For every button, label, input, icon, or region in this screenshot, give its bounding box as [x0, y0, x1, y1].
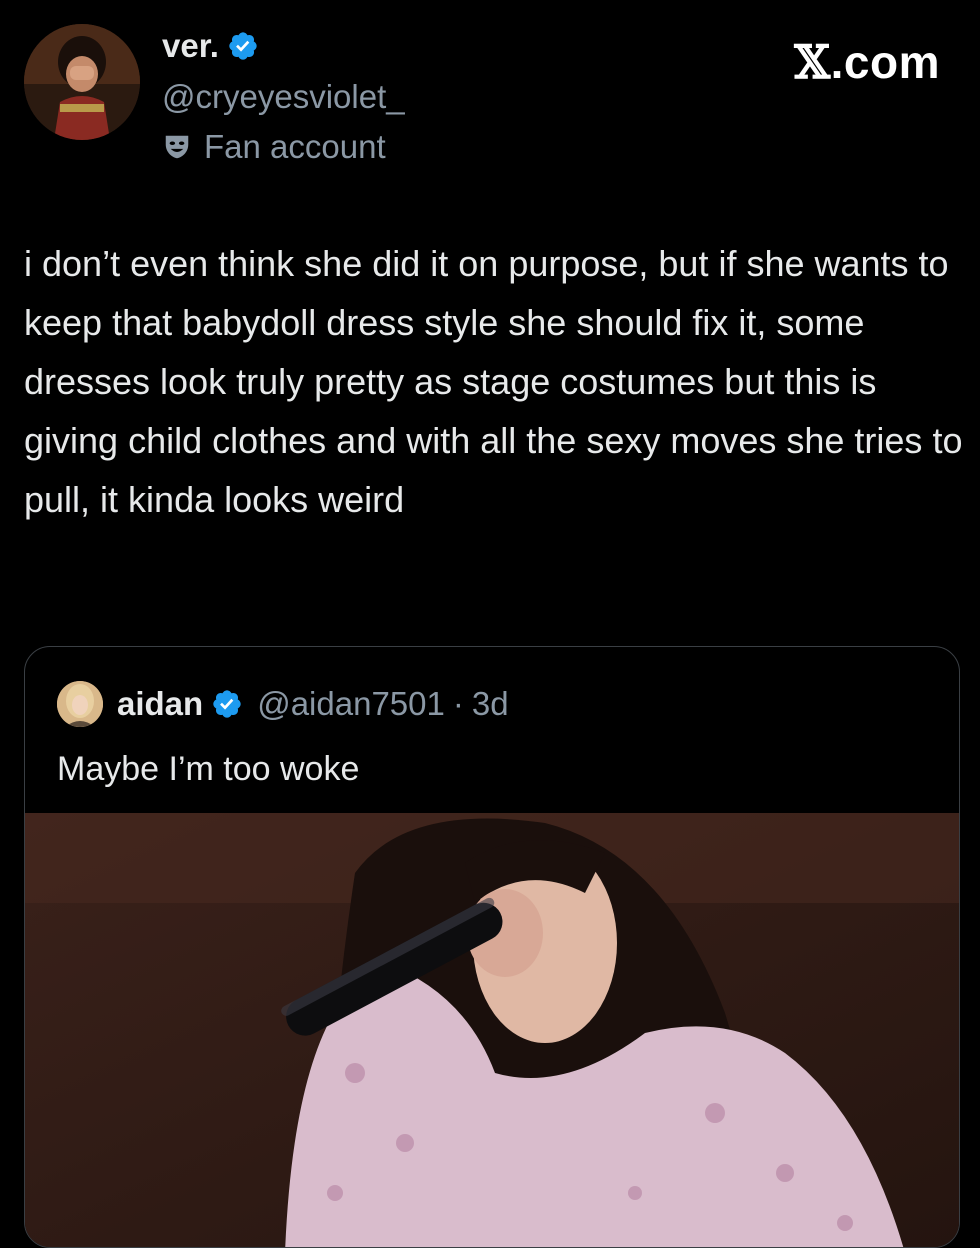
author-name-row: ver. [162, 26, 259, 66]
affiliation-badge: Fan account [162, 126, 386, 168]
quoted-tweet-timestamp[interactable]: 3d [472, 683, 509, 725]
verified-badge-icon [229, 32, 257, 60]
quoted-tweet-text: Maybe I’m too woke [57, 750, 360, 788]
quoted-tweet-card[interactable]: aidan @aidan7501 · 3d Maybe I’m too woke [24, 646, 960, 1248]
quoted-avatar-photo-icon [57, 681, 103, 727]
tweet-body-text: i don’t even think she did it on purpose… [24, 243, 963, 520]
author-avatar[interactable] [24, 24, 140, 140]
quoted-author-name[interactable]: aidan [117, 683, 203, 725]
author-handle[interactable]: @cryeyesviolet_ [162, 76, 405, 118]
verified-badge-icon [213, 690, 241, 718]
quoted-tweet-media[interactable] [25, 813, 959, 1247]
theater-mask-icon [165, 135, 189, 159]
x-logo-icon: 𝕏 [794, 35, 831, 89]
affiliation-label: Fan account [204, 128, 386, 165]
quoted-author-avatar[interactable] [57, 681, 103, 727]
header-separator: · [452, 685, 464, 722]
photo-icon [25, 813, 959, 1247]
author-display-name[interactable]: ver. [162, 26, 219, 66]
quoted-author-handle[interactable]: @aidan7501 [257, 683, 445, 725]
site-logo: 𝕏.com [794, 36, 940, 88]
quoted-tweet-header: aidan @aidan7501 · 3d [117, 683, 509, 725]
site-logo-suffix: .com [830, 36, 940, 88]
avatar-photo-icon [24, 24, 140, 140]
